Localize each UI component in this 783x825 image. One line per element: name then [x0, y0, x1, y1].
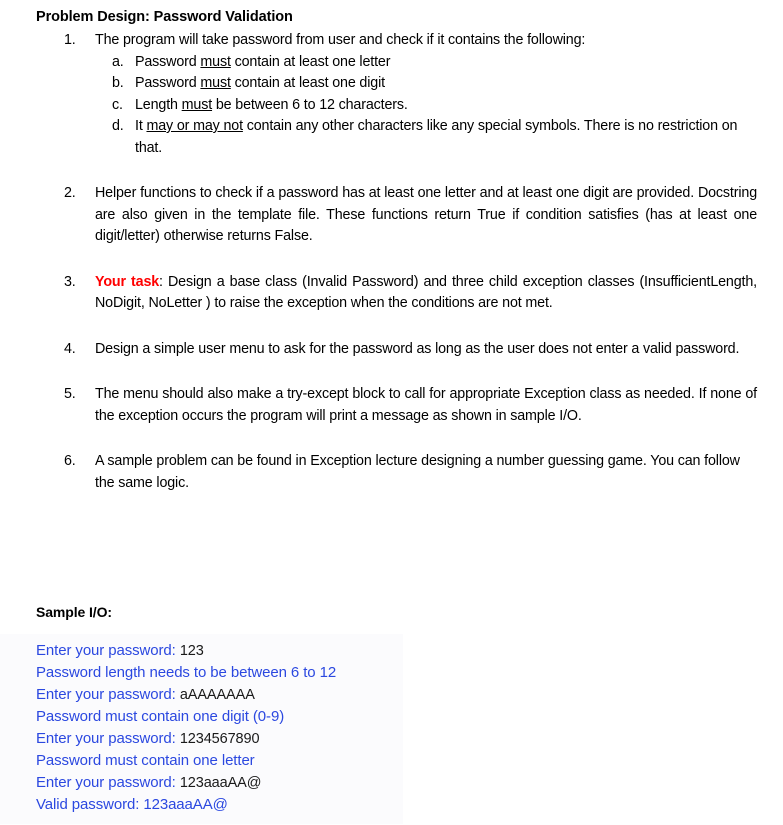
- sublist-text-before: Password: [135, 75, 201, 91]
- list-item-text: A sample problem can be found in Excepti…: [95, 453, 740, 491]
- io-line: Enter your password: 123aaaAA@: [0, 772, 403, 794]
- list-marker: 2.: [64, 185, 76, 201]
- list-item-5: 5. The menu should also make a try-excep…: [0, 384, 783, 427]
- io-typed-value: 1234567890: [179, 731, 260, 747]
- list-item-text: The menu should also make a try-except b…: [95, 386, 757, 424]
- list-item-text: Your task: Design a base class (Invalid …: [95, 274, 757, 312]
- sublist-item-b: b. Password must contain at least one dig…: [0, 73, 783, 95]
- list-marker: 3.: [64, 273, 76, 290]
- sublist-text-after: be between 6 to 12 characters.: [212, 96, 408, 113]
- sample-io-heading: Sample I/O:: [36, 604, 112, 620]
- io-prompt: Password must contain one letter: [36, 752, 255, 769]
- sublist-item-c: c. Length must be between 6 to 12 charact…: [0, 95, 783, 117]
- list-item-3: 3. Your task: Design a base class (Inval…: [0, 272, 783, 315]
- list-item-1: 1. The program will take password from u…: [0, 30, 783, 52]
- list-item-6: 6. A sample problem can be found in Exce…: [0, 451, 783, 494]
- list-marker: 4.: [64, 340, 76, 357]
- io-line: Enter your password: 1234567890: [0, 728, 403, 750]
- sample-io-block: Enter your password: 123 Password length…: [0, 634, 403, 824]
- io-typed-value: 123: [179, 643, 204, 659]
- io-prompt: Enter your password:: [36, 730, 180, 747]
- page-title: Problem Design: Password Validation: [36, 9, 293, 25]
- list-item-text-rest: : Design a base class (Invalid Password)…: [95, 273, 757, 312]
- sublist-item-d: d. It may or may not contain any other ch…: [0, 116, 783, 159]
- sublist-text-underlined: must: [200, 75, 231, 91]
- io-line: Enter your password: aAAAAAAA: [0, 684, 403, 706]
- list-item-text: Helper functions to check if a password …: [95, 185, 757, 244]
- list-marker: 5.: [64, 386, 76, 402]
- list-marker: 6.: [64, 453, 76, 469]
- io-line: Enter your password: 123: [0, 640, 403, 662]
- io-prompt: Enter your password:: [36, 686, 180, 703]
- io-line: Password length needs to be between 6 to…: [0, 662, 403, 684]
- sublist-marker: b.: [112, 75, 124, 91]
- io-prompt: Password must contain one digit (0-9): [36, 708, 285, 725]
- io-typed-value: 123aaaAA@: [179, 775, 262, 791]
- requirements-list: 1. The program will take password from u…: [0, 30, 783, 494]
- sublist-marker: d.: [112, 118, 124, 134]
- sublist-text-before: Password: [135, 53, 201, 70]
- sublist-text-before: Length: [135, 96, 182, 113]
- sublist-marker: c.: [112, 96, 123, 113]
- sublist-text-after: contain at least one digit: [230, 75, 385, 91]
- list-item-2: 2. Helper functions to check if a passwo…: [0, 183, 783, 248]
- sublist-1: a. Password must contain at least one let…: [0, 52, 783, 160]
- list-item-text: The program will take password from user…: [95, 32, 586, 48]
- io-prompt: Enter your password:: [36, 774, 180, 791]
- io-line: Password must contain one letter: [0, 750, 403, 772]
- sublist-text-underlined: must: [181, 96, 213, 113]
- your-task-highlight: Your task: [95, 273, 160, 290]
- io-prompt: Enter your password:: [36, 642, 180, 659]
- sublist-text-before: It: [135, 118, 147, 134]
- io-line: Password must contain one digit (0-9): [0, 706, 403, 728]
- sublist-text-after: contain at least one letter: [230, 53, 391, 70]
- sublist-item-a: a. Password must contain at least one let…: [0, 52, 783, 74]
- io-typed-value: aAAAAAAA: [179, 687, 255, 703]
- list-item-4: 4. Design a simple user menu to ask for …: [0, 339, 783, 361]
- document-page: Problem Design: Password Validation 1. T…: [0, 0, 783, 825]
- sublist-marker: a.: [112, 53, 124, 70]
- sublist-text-underlined: may or may not: [146, 118, 243, 134]
- sublist-text-underlined: must: [200, 53, 231, 70]
- list-item-text: Design a simple user menu to ask for the…: [95, 340, 740, 357]
- io-prompt: Password length needs to be between 6 to…: [36, 664, 337, 681]
- list-marker: 1.: [64, 32, 76, 48]
- io-prompt: Valid password: 123aaaAA@: [36, 796, 228, 813]
- io-line: Valid password: 123aaaAA@: [0, 794, 403, 816]
